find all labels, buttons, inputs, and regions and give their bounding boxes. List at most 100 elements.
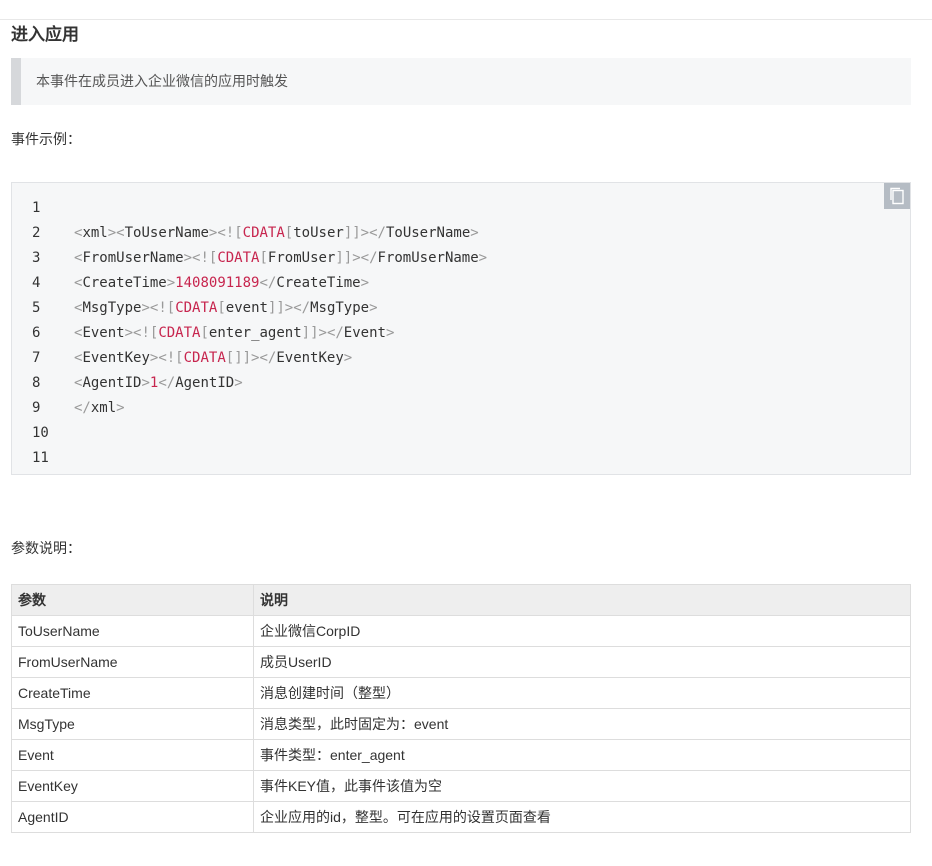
- code-token: AgentID: [175, 375, 235, 391]
- header-param: 参数: [11, 584, 254, 616]
- line-code: <CreateTime>1408091189</CreateTime>: [74, 271, 369, 296]
- param-name-cell: Event: [11, 739, 254, 771]
- code-token: [: [200, 325, 209, 341]
- param-desc-cell: 企业微信CorpID: [253, 615, 911, 647]
- code-token: toUser: [293, 225, 344, 241]
- param-name-cell: CreateTime: [11, 677, 254, 709]
- table-row: AgentID 企业应用的id，整型。可在应用的设置页面查看: [11, 801, 911, 833]
- code-token: EventKey: [82, 350, 150, 366]
- code-token: [: [217, 300, 226, 316]
- table-header-row: 参数 说明: [11, 584, 911, 616]
- line-code: <MsgType><![CDATA[event]]></MsgType>: [74, 296, 378, 321]
- line-number: 4: [32, 275, 41, 291]
- code-token: 1408091189: [175, 275, 260, 291]
- code-token: >: [107, 225, 117, 241]
- table-row: FromUserName 成员UserID: [11, 646, 911, 678]
- copy-icon: [890, 187, 904, 205]
- params-table: 参数 说明 ToUserName 企业微信CorpID FromUserName 成员…: [11, 584, 911, 833]
- param-desc-cell: 成员UserID: [253, 646, 911, 678]
- params-table-body: ToUserName 企业微信CorpID FromUserName 成员UserID…: [11, 615, 911, 833]
- table-row: EventKey 事件KEY值，此事件该值为空: [11, 770, 911, 802]
- code-token: </: [360, 250, 378, 266]
- code-token: CDATA: [183, 350, 226, 366]
- param-name-cell: MsgType: [11, 708, 254, 740]
- line-code: <Event><![CDATA[enter_agent]]></Event>: [74, 321, 394, 346]
- code-token: MsgType: [310, 300, 370, 316]
- code-token: >: [385, 325, 395, 341]
- code-token: </: [326, 325, 344, 341]
- line-number: 10: [32, 425, 49, 441]
- code-token: >: [141, 375, 150, 391]
- line-number: 7: [32, 350, 41, 366]
- code-token: enter_agent: [208, 325, 302, 341]
- code-token: </: [259, 350, 277, 366]
- code-token: >: [234, 375, 243, 391]
- top-divider: [0, 19, 932, 20]
- code-token: >: [369, 300, 378, 316]
- code-token: CreateTime: [82, 275, 167, 291]
- code-block: 1 2 <xml><ToUserName><![CDATA[toUser]]></T…: [11, 182, 911, 475]
- code-token: >: [360, 275, 370, 291]
- code-token: >: [116, 400, 125, 416]
- code-token: Event: [82, 325, 125, 341]
- code-token: ]]>: [267, 300, 294, 316]
- param-desc-cell: 企业应用的id，整型。可在应用的设置页面查看: [253, 801, 911, 833]
- code-token: >: [141, 300, 150, 316]
- code-token: [: [284, 225, 294, 241]
- param-name-cell: ToUserName: [11, 615, 254, 647]
- code-token: <![: [133, 325, 159, 341]
- line-number: 9: [32, 400, 41, 416]
- copy-button[interactable]: [884, 183, 910, 209]
- code-token: ]]>: [301, 325, 327, 341]
- code-token: []]>: [225, 350, 260, 366]
- table-row: MsgType 消息类型，此时固定为：event: [11, 708, 911, 740]
- notice-text: 本事件在成员进入企业微信的应用时触发: [36, 74, 288, 90]
- param-desc-cell: 消息创建时间（整型）: [253, 677, 911, 709]
- section-title: 进入应用: [11, 25, 79, 45]
- code-token: AgentID: [82, 375, 142, 391]
- code-token: ToUserName: [124, 225, 209, 241]
- line-number: 8: [32, 375, 41, 391]
- code-token: event: [225, 300, 268, 316]
- doc-page: 进入应用 本事件在成员进入企业微信的应用时触发 事件示例： 1 2 <xml><To…: [0, 0, 932, 866]
- code-token: xml: [90, 400, 117, 416]
- code-token: <![: [158, 350, 184, 366]
- code-token: <![: [217, 225, 243, 241]
- code-token: <![: [149, 300, 176, 316]
- code-token: <![: [192, 250, 218, 266]
- code-token: FromUserName: [82, 250, 184, 266]
- code-token: CDATA: [158, 325, 201, 341]
- line-code: <AgentID>1</AgentID>: [74, 371, 243, 396]
- code-token: </: [293, 300, 311, 316]
- code-token: FromUserName: [377, 250, 479, 266]
- line-number: 2: [32, 225, 41, 241]
- param-desc-cell: 消息类型，此时固定为：event: [253, 708, 911, 740]
- code-token: >: [478, 250, 488, 266]
- line-code: </xml>: [74, 396, 125, 421]
- code-token: >: [166, 275, 176, 291]
- param-name-cell: AgentID: [11, 801, 254, 833]
- code-token: [: [259, 250, 268, 266]
- code-token: </: [158, 375, 176, 391]
- line-number: 1: [32, 200, 41, 216]
- code-token: xml: [82, 225, 108, 241]
- param-desc-cell: 事件类型：enter_agent: [253, 739, 911, 771]
- code-token: >: [470, 225, 479, 241]
- code-token: EventKey: [276, 350, 344, 366]
- notice-blockquote: 本事件在成员进入企业微信的应用时触发: [11, 58, 911, 105]
- code-token: ]]>: [335, 250, 361, 266]
- example-label: 事件示例：: [11, 132, 81, 148]
- code-token: CDATA: [175, 300, 218, 316]
- code-token: ToUserName: [385, 225, 471, 241]
- line-code: <EventKey><![CDATA[]]></EventKey>: [74, 346, 352, 371]
- param-name-cell: EventKey: [11, 770, 254, 802]
- code-token: MsgType: [82, 300, 142, 316]
- params-label: 参数说明：: [11, 541, 81, 557]
- line-code: <xml><ToUserName><![CDATA[toUser]]></ToU…: [74, 221, 479, 246]
- line-number: 5: [32, 300, 41, 316]
- code-token: Event: [343, 325, 386, 341]
- line-number: 3: [32, 250, 41, 266]
- param-name-cell: FromUserName: [11, 646, 254, 678]
- line-number: 11: [32, 450, 49, 466]
- code-token: >: [124, 325, 134, 341]
